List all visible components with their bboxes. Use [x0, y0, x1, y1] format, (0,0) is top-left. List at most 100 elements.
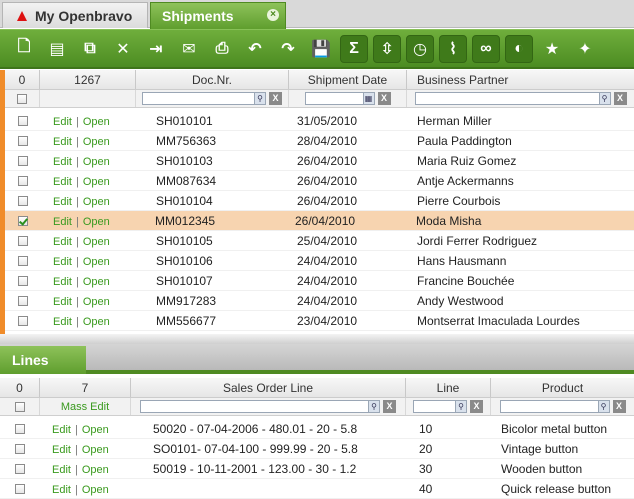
edit-link[interactable]: Edit: [53, 116, 72, 128]
row-checkbox[interactable]: [17, 295, 28, 306]
delete-icon[interactable]: ✕: [109, 35, 137, 63]
edit-link[interactable]: Edit: [53, 236, 72, 248]
table-row[interactable]: Edit | Open 40 Quick release button: [0, 479, 634, 499]
row-checkbox[interactable]: [15, 463, 25, 474]
open-link[interactable]: Open: [82, 424, 109, 436]
edit-link[interactable]: Edit: [53, 136, 72, 148]
edit-link[interactable]: Edit: [53, 316, 72, 328]
select-all-checkbox[interactable]: [17, 93, 27, 104]
edit-link[interactable]: Edit: [53, 216, 72, 228]
sales-order-line-filter-input[interactable]: ⚲: [140, 400, 380, 413]
col-sales-order-line-header[interactable]: Sales Order Line: [131, 378, 406, 397]
splitter[interactable]: [0, 334, 634, 344]
sum-icon[interactable]: Σ: [340, 34, 368, 63]
open-link[interactable]: Open: [82, 444, 109, 456]
export-icon[interactable]: ⇥: [142, 35, 170, 63]
open-link[interactable]: Open: [83, 236, 110, 248]
col-business-partner-header[interactable]: Business Partner: [407, 70, 634, 89]
search-icon[interactable]: ⚲: [455, 401, 466, 412]
new-line-icon[interactable]: ▤: [43, 35, 71, 63]
edit-link[interactable]: Edit: [53, 176, 72, 188]
open-link[interactable]: Open: [83, 256, 110, 268]
open-link[interactable]: Open: [83, 156, 110, 168]
expand-icon[interactable]: ⇳: [373, 34, 401, 63]
table-row[interactable]: Edit | Open SH010106 24/04/2010 Hans Hausmann: [5, 251, 634, 271]
clear-filter-icon[interactable]: X: [612, 400, 626, 413]
new-document-icon[interactable]: 🗋: [10, 35, 38, 63]
favorite-icon[interactable]: ★: [538, 35, 566, 63]
open-link[interactable]: Open: [83, 296, 110, 308]
search-icon[interactable]: ⚲: [254, 93, 265, 104]
table-row[interactable]: Edit | Open 50020 - 07-04-2006 - 480.01 - 2…: [0, 419, 634, 439]
col-line-header[interactable]: Line: [406, 378, 491, 397]
edit-link[interactable]: Edit: [52, 444, 71, 456]
edit-link[interactable]: Edit: [53, 256, 72, 268]
lines-select-all-checkbox[interactable]: [14, 401, 25, 412]
date-filter-input[interactable]: ▦: [304, 92, 375, 105]
search-icon[interactable]: ⚲: [368, 401, 379, 412]
col-product-header[interactable]: Product: [491, 378, 634, 397]
docnr-filter-input[interactable]: ⚲: [142, 92, 266, 105]
edit-link[interactable]: Edit: [53, 276, 72, 288]
line-filter-input[interactable]: ⚲: [413, 400, 467, 413]
table-row[interactable]: Edit | Open SH010107 24/04/2010 Francine Bouc…: [5, 271, 634, 291]
tab-lines[interactable]: Lines: [0, 346, 86, 374]
table-row[interactable]: Edit | Open SH010104 26/04/2010 Pierre Courbo…: [5, 191, 634, 211]
clear-filter-icon[interactable]: X: [377, 92, 391, 105]
tab-shipments[interactable]: Shipments ×: [150, 2, 286, 29]
row-checkbox[interactable]: [17, 315, 28, 326]
edit-link[interactable]: Edit: [53, 196, 72, 208]
email-icon[interactable]: ✉: [175, 35, 203, 63]
table-row[interactable]: Edit | Open SH010105 25/04/2010 Jordi Ferrer …: [5, 231, 634, 251]
row-checkbox[interactable]: [17, 275, 28, 286]
tab-my-openbravo[interactable]: My Openbravo: [2, 2, 148, 28]
mass-edit-link[interactable]: Mass Edit: [61, 401, 109, 413]
edit-link[interactable]: Edit: [52, 484, 71, 496]
toggle-icon[interactable]: ◐: [505, 34, 533, 63]
link-icon[interactable]: ∞: [472, 34, 500, 63]
row-checkbox[interactable]: [17, 255, 28, 266]
save-icon[interactable]: 💾: [307, 35, 335, 63]
search-icon[interactable]: ⚲: [598, 93, 610, 104]
table-row[interactable]: Edit | Open SH010101 31/05/2010 Herman Miller: [5, 111, 634, 131]
open-link[interactable]: Open: [83, 316, 110, 328]
attachment-icon[interactable]: ⌇: [439, 34, 467, 63]
row-checkbox[interactable]: [15, 483, 25, 494]
clear-filter-icon[interactable]: X: [269, 92, 282, 105]
business-partner-filter-input[interactable]: ⚲: [414, 92, 611, 105]
edit-link[interactable]: Edit: [52, 464, 71, 476]
close-icon[interactable]: ×: [267, 9, 279, 21]
product-filter-input[interactable]: ⚲: [499, 400, 610, 413]
table-row[interactable]: Edit | Open SO0101- 07-04-100 - 999.99 - 20…: [0, 439, 634, 459]
clear-filter-icon[interactable]: X: [383, 400, 396, 413]
search-icon[interactable]: ⚲: [597, 401, 609, 412]
row-checkbox[interactable]: [17, 195, 28, 206]
open-link[interactable]: Open: [83, 116, 110, 128]
row-checkbox[interactable]: [17, 175, 28, 186]
table-row[interactable]: Edit | Open SH010103 26/04/2010 Maria Ruiz Go…: [5, 151, 634, 171]
clear-filter-icon[interactable]: X: [470, 400, 483, 413]
open-link[interactable]: Open: [83, 216, 110, 228]
undo-icon[interactable]: ↶: [241, 35, 269, 63]
clear-filter-icon[interactable]: X: [613, 92, 627, 105]
redo-icon[interactable]: ↷: [274, 35, 302, 63]
row-checkbox[interactable]: [17, 215, 28, 226]
table-row[interactable]: Edit | Open 50019 - 10-11-2001 - 123.00 - 3…: [0, 459, 634, 479]
row-checkbox[interactable]: [15, 423, 25, 434]
clock-icon[interactable]: ◷: [406, 34, 434, 63]
print-icon[interactable]: ⎙: [208, 35, 236, 63]
table-row[interactable]: Edit | Open MM756363 28/04/2010 Paula Padding…: [5, 131, 634, 151]
row-checkbox[interactable]: [17, 155, 28, 166]
edit-link[interactable]: Edit: [53, 156, 72, 168]
table-row[interactable]: Edit | Open MM087634 26/04/2010 Antje Ackerma…: [5, 171, 634, 191]
open-link[interactable]: Open: [83, 176, 110, 188]
row-checkbox[interactable]: [17, 135, 28, 146]
edit-link[interactable]: Edit: [53, 296, 72, 308]
row-checkbox[interactable]: [17, 115, 28, 126]
open-link[interactable]: Open: [82, 464, 109, 476]
open-link[interactable]: Open: [83, 196, 110, 208]
open-link[interactable]: Open: [82, 484, 109, 496]
lightbulb-icon[interactable]: ✦: [571, 35, 599, 63]
row-checkbox[interactable]: [15, 443, 25, 454]
table-row[interactable]: Edit | Open MM556677 23/04/2010 Montserrat Im…: [5, 311, 634, 331]
